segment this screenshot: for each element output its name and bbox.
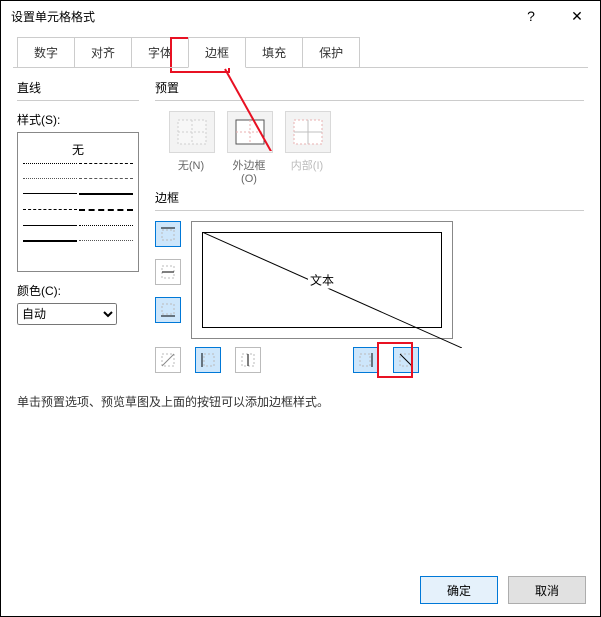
- line-style-option[interactable]: [23, 209, 77, 222]
- right-column: 预置 无(N) 外边框(O): [139, 79, 584, 373]
- line-style-option[interactable]: [23, 225, 77, 238]
- preset-inside-icon: [285, 111, 331, 153]
- tab-underline: [13, 67, 588, 68]
- tab-fill[interactable]: 填充: [245, 37, 303, 68]
- color-dropdown[interactable]: 自动: [17, 303, 117, 325]
- title-bar: 设置单元格格式 ? ✕: [1, 1, 600, 31]
- color-label: 颜色(C):: [17, 282, 139, 299]
- rule: [155, 100, 584, 101]
- dialog-footer: 确定 取消: [420, 576, 586, 604]
- help-button[interactable]: ?: [508, 1, 554, 31]
- line-style-option[interactable]: [79, 178, 133, 191]
- rule: [155, 210, 584, 211]
- border-preview[interactable]: 文本: [191, 221, 453, 339]
- line-style-none[interactable]: 无: [22, 137, 134, 162]
- tab-font[interactable]: 字体: [131, 37, 189, 68]
- border-side-buttons-left: [155, 221, 181, 323]
- tab-protect[interactable]: 保护: [302, 37, 360, 68]
- preset-section-label: 预置: [155, 79, 584, 96]
- line-style-option[interactable]: [79, 163, 133, 176]
- border-left-button[interactable]: [195, 347, 221, 373]
- ok-button[interactable]: 确定: [420, 576, 498, 604]
- line-style-option[interactable]: [23, 178, 77, 191]
- tab-strip: 数字 对齐 字体 边框 填充 保护: [17, 37, 600, 68]
- preset-outline[interactable]: 外边框(O): [227, 111, 271, 185]
- tab-number[interactable]: 数字: [17, 37, 75, 68]
- preset-inside[interactable]: 内部(I): [285, 111, 329, 185]
- preview-caption: 文本: [308, 272, 336, 289]
- preset-none-icon: [169, 111, 215, 153]
- line-style-option[interactable]: [79, 209, 133, 223]
- preset-outline-icon: [227, 111, 273, 153]
- border-middle-v-button[interactable]: [235, 347, 261, 373]
- preset-outline-label: 外边框(O): [233, 160, 266, 185]
- left-column: 直线 样式(S): 无: [17, 79, 139, 373]
- border-top-button[interactable]: [155, 221, 181, 247]
- line-style-option[interactable]: [79, 240, 133, 253]
- preset-none-label: 无(N): [178, 160, 204, 172]
- style-label: 样式(S):: [17, 111, 139, 128]
- preset-inside-label: 内部(I): [291, 160, 323, 172]
- border-bottom-button[interactable]: [155, 297, 181, 323]
- tab-border[interactable]: 边框: [188, 37, 246, 68]
- color-group: 颜色(C): 自动: [17, 282, 139, 325]
- content-area: 直线 样式(S): 无: [1, 69, 600, 373]
- line-style-option[interactable]: [79, 225, 133, 238]
- border-bottom-buttons: [155, 347, 584, 373]
- line-style-option[interactable]: [79, 193, 133, 207]
- border-middle-h-button[interactable]: [155, 259, 181, 285]
- line-style-option[interactable]: [23, 240, 77, 254]
- border-editor: 文本: [155, 221, 584, 373]
- line-style-list[interactable]: 无: [17, 132, 139, 272]
- border-right-button[interactable]: [353, 347, 379, 373]
- preset-row: 无(N) 外边框(O) 内部(I): [169, 111, 584, 185]
- line-style-option[interactable]: [23, 163, 77, 176]
- border-section-label: 边框: [155, 189, 584, 206]
- rule: [17, 100, 139, 101]
- close-button[interactable]: ✕: [554, 1, 600, 31]
- border-diag-down-button[interactable]: [393, 347, 419, 373]
- border-diag-up-button[interactable]: [155, 347, 181, 373]
- line-style-patterns: [22, 162, 134, 255]
- dialog-window: 设置单元格格式 ? ✕ 数字 对齐 字体 边框 填充 保护 直线 样式(S): …: [0, 0, 601, 617]
- hint-text: 单击预置选项、预览草图及上面的按钮可以添加边框样式。: [17, 393, 584, 410]
- cancel-button[interactable]: 取消: [508, 576, 586, 604]
- preset-none[interactable]: 无(N): [169, 111, 213, 185]
- preview-diagonal: [202, 232, 462, 348]
- tab-align[interactable]: 对齐: [74, 37, 132, 68]
- dialog-title: 设置单元格格式: [11, 8, 508, 25]
- line-style-option[interactable]: [23, 193, 77, 206]
- line-section-label: 直线: [17, 79, 139, 96]
